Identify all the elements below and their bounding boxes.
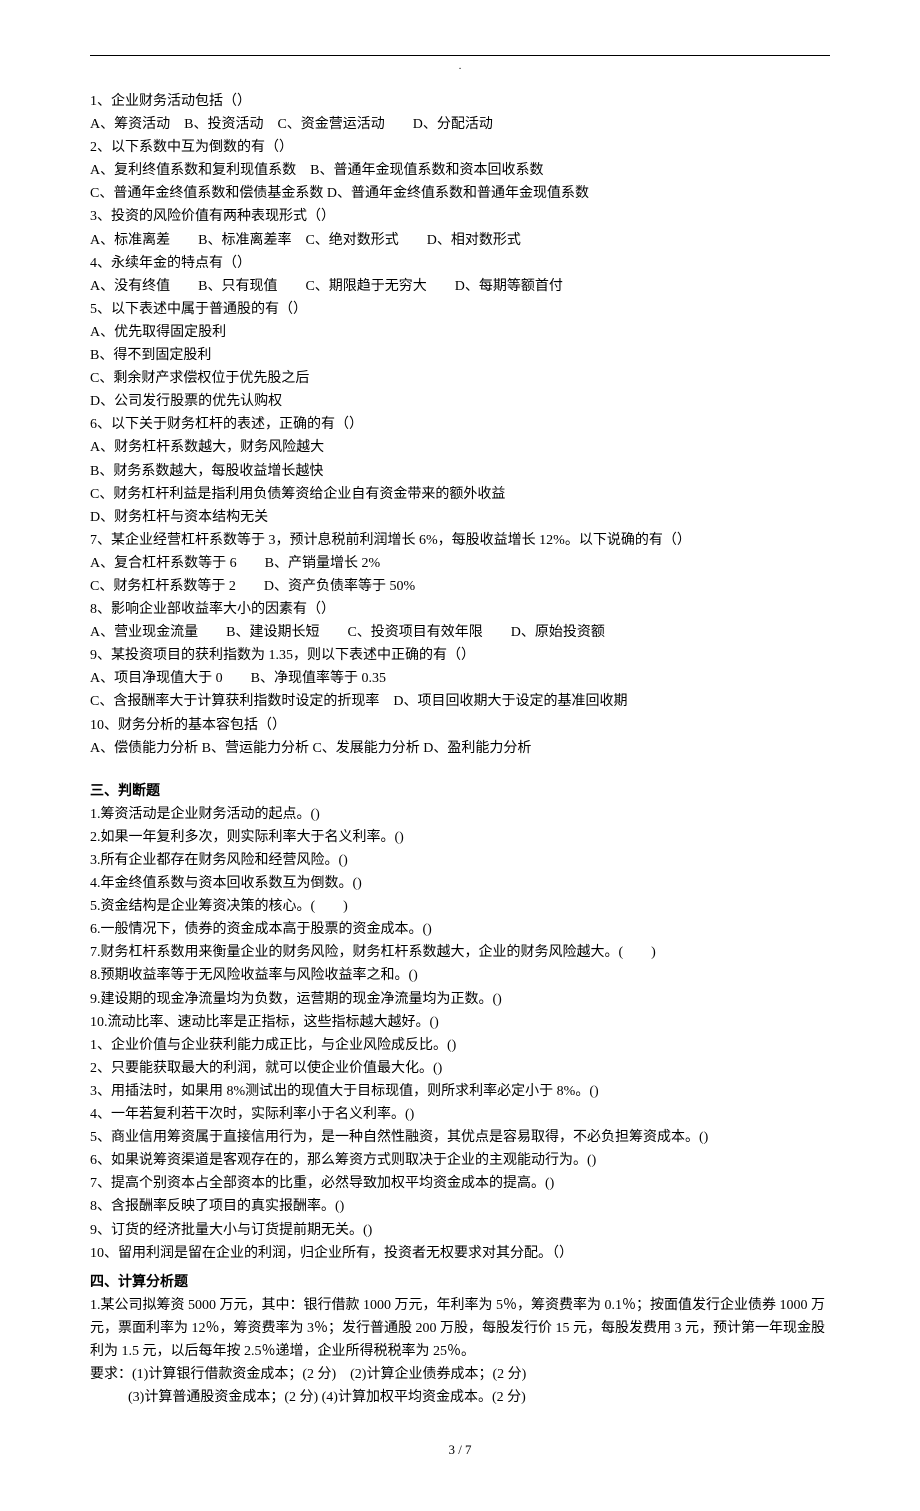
text-line: 1.某公司拟筹资 5000 万元，其中：银行借款 1000 万元，年利率为 5％… (90, 1294, 830, 1363)
calculation-block: 1.某公司拟筹资 5000 万元，其中：银行借款 1000 万元，年利率为 5％… (90, 1294, 830, 1409)
text-line: 要求：(1)计算银行借款资金成本；(2 分) (2)计算企业债券成本；(2 分) (90, 1363, 830, 1386)
text-line: 1、企业财务活动包括（） (90, 90, 830, 113)
text-line: 4.年金终值系数与资本回收系数互为倒数。() (90, 872, 830, 895)
text-line: 3、用插法时，如果用 8%测试出的现值大于目标现值，则所求利率必定小于 8%。(… (90, 1080, 830, 1103)
text-line: 2、只要能获取最大的利润，就可以使企业价值最大化。() (90, 1057, 830, 1080)
text-line: B、得不到固定股利 (90, 344, 830, 367)
text-line: 8、含报酬率反映了项目的真实报酬率。() (90, 1195, 830, 1218)
text-line: A、没有终值 B、只有现值 C、期限趋于无穷大 D、每期等额首付 (90, 275, 830, 298)
text-line: 10、留用利润是留在企业的利润，归企业所有，投资者无权要求对其分配。（） (90, 1242, 830, 1265)
text-line: D、公司发行股票的优先认购权 (90, 390, 830, 413)
text-line: D、财务杠杆与资本结构无关 (90, 506, 830, 529)
text-line: 3.所有企业都存在财务风险和经营风险。() (90, 849, 830, 872)
text-line: 8、影响企业部收益率大小的因素有（） (90, 598, 830, 621)
text-line: A、标准离差 B、标准离差率 C、绝对数形式 D、相对数形式 (90, 229, 830, 252)
text-line: 9、某投资项目的获利指数为 1.35，则以下表述中正确的有（） (90, 644, 830, 667)
text-line: 5、商业信用筹资属于直接信用行为，是一种自然性融资，其优点是容易取得，不必负担筹… (90, 1126, 830, 1149)
section-heading-tf: 三、判断题 (90, 780, 830, 803)
multi-choice-block: 1、企业财务活动包括（） A、筹资活动 B、投资活动 C、资金营运活动 D、分配… (90, 90, 830, 760)
text-line: A、项目净现值大于 0 B、净现值率等于 0.35 (90, 667, 830, 690)
text-line-indent: (3)计算普通股资金成本；(2 分) (4)计算加权平均资金成本。(2 分) (90, 1386, 830, 1409)
page-number: 3 / 7 (90, 1439, 830, 1460)
text-line: A、复利终值系数和复利现值系数 B、普通年金现值系数和资本回收系数 (90, 159, 830, 182)
text-line: 5.资金结构是企业筹资决策的核心。( ) (90, 895, 830, 918)
text-line: 1.筹资活动是企业财务活动的起点。() (90, 803, 830, 826)
text-line: C、含报酬率大于计算获利指数时设定的折现率 D、项目回收期大于设定的基准回收期 (90, 690, 830, 713)
text-line: C、剩余财产求偿权位于优先股之后 (90, 367, 830, 390)
text-line: 6、如果说筹资渠道是客观存在的，那么筹资方式则取决于企业的主观能动行为。() (90, 1149, 830, 1172)
text-line: C、财务杠杆利益是指利用负债筹资给企业自有资金带来的额外收益 (90, 483, 830, 506)
text-line: A、优先取得固定股利 (90, 321, 830, 344)
text-line: 3、投资的风险价值有两种表现形式（） (90, 205, 830, 228)
text-line: 10、财务分析的基本容包括（） (90, 714, 830, 737)
page-top-rule (90, 55, 830, 56)
text-line: A、营业现金流量 B、建设期长短 C、投资项目有效年限 D、原始投资额 (90, 621, 830, 644)
text-line: 6.一般情况下，债券的资金成本高于股票的资金成本。() (90, 918, 830, 941)
text-line: 9、订货的经济批量大小与订货提前期无关。() (90, 1219, 830, 1242)
text-line: 2.如果一年复利多次，则实际利率大于名义利率。() (90, 826, 830, 849)
text-line: 7、提高个别资本占全部资本的比重，必然导致加权平均资金成本的提高。() (90, 1172, 830, 1195)
true-false-block: 1.筹资活动是企业财务活动的起点。() 2.如果一年复利多次，则实际利率大于名义… (90, 803, 830, 1265)
text-line: C、普通年金终值系数和偿债基金系数 D、普通年金终值系数和普通年金现值系数 (90, 182, 830, 205)
text-line: A、筹资活动 B、投资活动 C、资金营运活动 D、分配活动 (90, 113, 830, 136)
text-line: A、复合杠杆系数等于 6 B、产销量增长 2% (90, 552, 830, 575)
text-line: 8.预期收益率等于无风险收益率与风险收益率之和。() (90, 964, 830, 987)
text-line: 2、以下系数中互为倒数的有（） (90, 136, 830, 159)
spacer (90, 760, 830, 774)
header-dot: · (458, 62, 461, 79)
text-line: C、财务杠杆系数等于 2 D、资产负债率等于 50% (90, 575, 830, 598)
text-line: 7.财务杠杆系数用来衡量企业的财务风险，财务杠杆系数越大，企业的财务风险越大。(… (90, 941, 830, 964)
section-heading-calc: 四、计算分析题 (90, 1271, 830, 1294)
text-line: 9.建设期的现金净流量均为负数，运营期的现金净流量均为正数。() (90, 988, 830, 1011)
text-line: 4、永续年金的特点有（） (90, 252, 830, 275)
text-line: B、财务系数越大，每股收益增长越快 (90, 460, 830, 483)
text-line: 4、一年若复利若干次时，实际利率小于名义利率。() (90, 1103, 830, 1126)
text-line: 10.流动比率、速动比率是正指标，这些指标越大越好。() (90, 1011, 830, 1034)
text-line: 5、以下表述中属于普通股的有（） (90, 298, 830, 321)
text-line: A、财务杠杆系数越大，财务风险越大 (90, 436, 830, 459)
text-line: 6、以下关于财务杠杆的表述，正确的有（） (90, 413, 830, 436)
document-body: 1、企业财务活动包括（） A、筹资活动 B、投资活动 C、资金营运活动 D、分配… (90, 90, 830, 1409)
text-line: 1、企业价值与企业获利能力成正比，与企业风险成反比。() (90, 1034, 830, 1057)
text-line: A、偿债能力分析 B、营运能力分析 C、发展能力分析 D、盈利能力分析 (90, 737, 830, 760)
text-line: 7、某企业经营杠杆系数等于 3，预计息税前利润增长 6%，每股收益增长 12%。… (90, 529, 830, 552)
